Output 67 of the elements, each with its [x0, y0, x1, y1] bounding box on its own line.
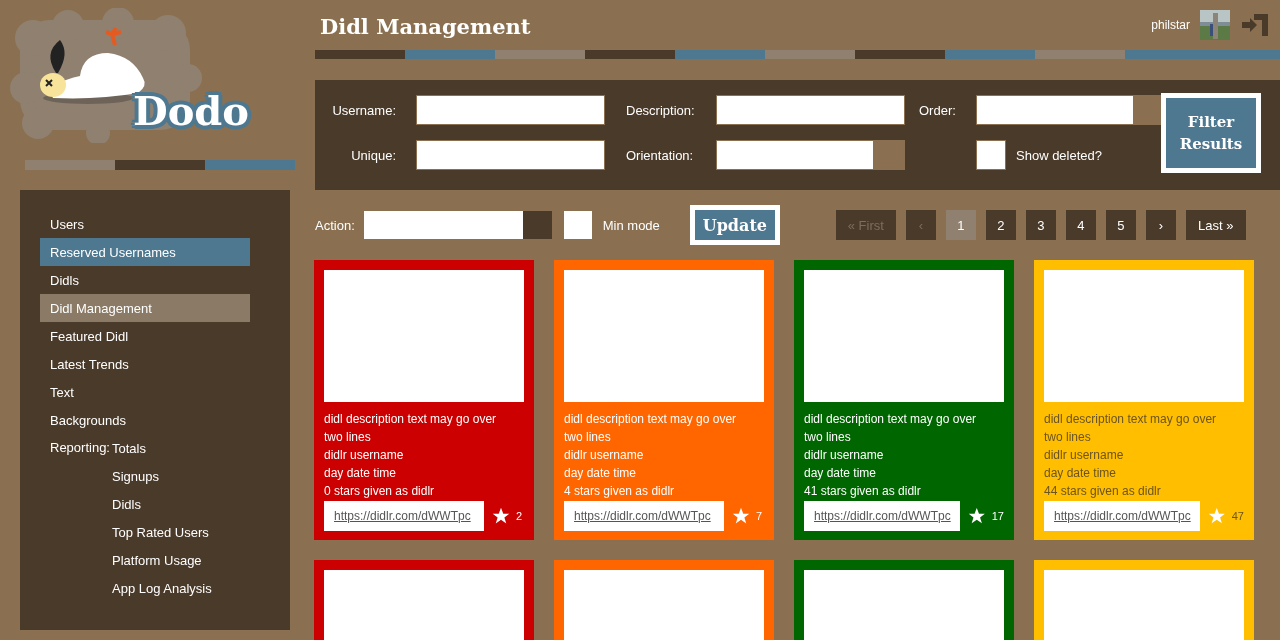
didl-username: didlr username: [804, 447, 885, 464]
field-label: Orientation:: [625, 147, 695, 163]
update-button[interactable]: Update: [689, 205, 780, 245]
star-count: 7: [756, 510, 763, 522]
star-count: 17: [991, 510, 1004, 522]
sidebar-item[interactable]: Users: [40, 210, 250, 238]
didl-link[interactable]: https://didlr.com/dWWTpc: [324, 501, 484, 531]
sidebar-item[interactable]: Latest Trends: [40, 350, 250, 378]
star-count: 2: [516, 510, 523, 522]
stars-given: 44 stars given as didlr: [1044, 483, 1162, 500]
input-field[interactable]: [716, 95, 905, 125]
logo-text: Dodo: [133, 88, 249, 134]
sidebar-item[interactable]: Reserved Usernames: [40, 238, 250, 266]
sidebar-item[interactable]: Didl Management: [40, 294, 250, 322]
checkbox[interactable]: [562, 210, 593, 240]
field-label: Action:: [315, 217, 355, 233]
page-button[interactable]: 5: [1105, 210, 1136, 240]
sidebar-item[interactable]: App Log Analysis: [112, 574, 250, 602]
field-label: Username:: [331, 102, 397, 118]
page-button[interactable]: 3: [1025, 210, 1056, 240]
dropdown[interactable]: [362, 210, 553, 240]
didl-link[interactable]: https://didlr.com/dWWTpc: [804, 501, 961, 531]
logout-icon[interactable]: [1242, 14, 1268, 36]
field-label: Order:: [918, 102, 957, 118]
star-icon: [492, 507, 510, 525]
checkbox[interactable]: [976, 140, 1006, 170]
page-title: Didl Management: [320, 12, 532, 39]
didl-link[interactable]: https://didlr.com/dWWTpc: [564, 501, 724, 531]
page-button[interactable]: 4: [1065, 210, 1096, 240]
username: philstar: [1151, 18, 1190, 32]
checkbox-label: Min mode: [602, 217, 660, 233]
dropdown[interactable]: [716, 140, 905, 170]
didl-datetime: day date time: [1044, 465, 1118, 482]
didl-datetime: day date time: [804, 465, 878, 482]
sidebar-item[interactable]: Signups: [112, 462, 250, 490]
sidebar-item[interactable]: Didls: [40, 266, 250, 294]
star-icon: [1208, 507, 1226, 525]
checkbox-label: Show deleted?: [1016, 147, 1102, 163]
stars-given: 41 stars given as didlr: [804, 483, 922, 500]
sidebar-item[interactable]: Backgrounds: [40, 406, 250, 434]
filter-button[interactable]: Filter Results: [1161, 92, 1261, 173]
sidebar-item[interactable]: Featured Didl: [40, 322, 250, 350]
page-button[interactable]: 1: [945, 210, 976, 240]
section-label: Reporting:: [49, 439, 111, 457]
stars-given: 4 stars given as didlr: [564, 483, 676, 500]
didl-username: didlr username: [324, 447, 405, 464]
didl-datetime: day date time: [324, 465, 398, 482]
sidebar-item[interactable]: Didls: [112, 490, 250, 518]
didl-link[interactable]: https://didlr.com/dWWTpc: [1044, 501, 1201, 531]
sidebar-item[interactable]: Top Rated Users: [112, 518, 250, 546]
sidebar-item[interactable]: Text: [40, 378, 250, 406]
didl-datetime: day date time: [564, 465, 638, 482]
sidebar-item[interactable]: Totals: [112, 434, 250, 462]
star-icon: [732, 507, 750, 525]
page-button[interactable]: Last »: [1185, 210, 1246, 240]
star-count: 47: [1231, 510, 1244, 522]
stars-given: 0 stars given as didlr: [324, 483, 436, 500]
didl-username: didlr username: [564, 447, 645, 464]
input-field[interactable]: [416, 95, 605, 125]
star-icon: [968, 507, 986, 525]
page-button[interactable]: ›: [1145, 210, 1176, 240]
sidebar-item[interactable]: Platform Usage: [112, 546, 250, 574]
field-label: Unique:: [350, 147, 397, 163]
field-label: Description:: [625, 102, 696, 118]
input-field[interactable]: [416, 140, 605, 170]
page-button[interactable]: 2: [985, 210, 1016, 240]
didl-username: didlr username: [1044, 447, 1125, 464]
